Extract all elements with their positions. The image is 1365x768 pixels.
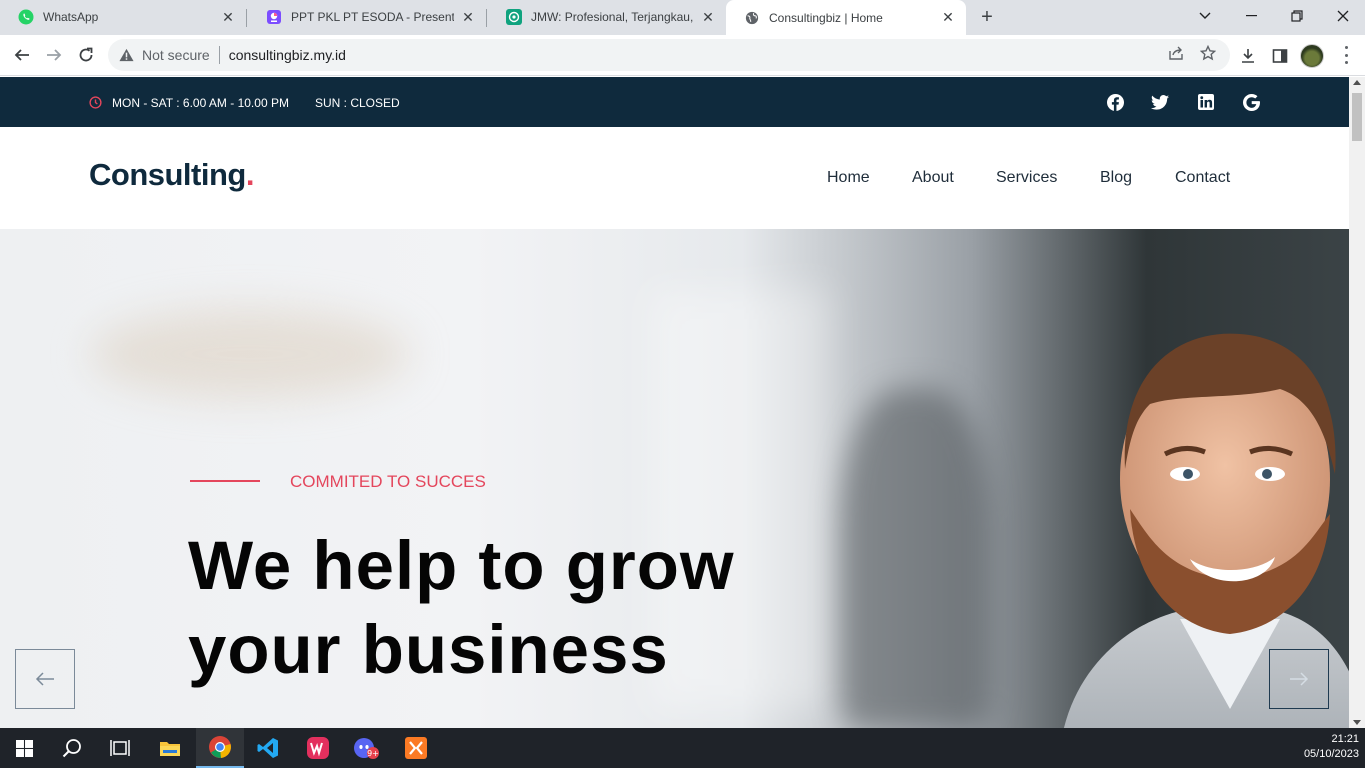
tab-ppt[interactable]: PPT PKL PT ESODA - Presentasi ✕ bbox=[248, 0, 486, 34]
tab-title: JMW: Profesional, Terjangkau, SE bbox=[531, 10, 694, 24]
scroll-down-icon[interactable] bbox=[1353, 720, 1361, 725]
chrome-icon[interactable] bbox=[196, 728, 244, 768]
site-logo[interactable]: Consulting. bbox=[89, 157, 254, 193]
hero-eyebrow: COMMITED TO SUCCES bbox=[290, 472, 486, 491]
hero-slider: COMMITED TO SUCCES We help to grow your … bbox=[0, 229, 1349, 728]
closed-day: SUN : CLOSED bbox=[315, 96, 400, 110]
nav-home[interactable]: Home bbox=[827, 169, 870, 187]
url-text[interactable]: consultingbiz.my.id bbox=[229, 47, 346, 63]
file-explorer-icon[interactable] bbox=[146, 728, 194, 768]
minimize-icon[interactable] bbox=[1228, 0, 1274, 32]
tab-title: WhatsApp bbox=[43, 10, 99, 24]
tab-title: PPT PKL PT ESODA - Presentasi bbox=[291, 10, 454, 24]
hero-headline-line: We help to grow bbox=[188, 527, 735, 604]
hero-headline-line: your business bbox=[188, 611, 669, 688]
tab-consultingbiz[interactable]: Consultingbiz | Home ✕ bbox=[726, 0, 966, 35]
clock-date: 05/10/2023 bbox=[1303, 748, 1359, 760]
scrollbar-thumb[interactable] bbox=[1352, 93, 1362, 141]
close-tab-icon[interactable]: ✕ bbox=[220, 9, 236, 25]
nav-contact[interactable]: Contact bbox=[1175, 169, 1230, 187]
search-icon[interactable] bbox=[48, 728, 96, 768]
close-tab-icon[interactable]: ✕ bbox=[940, 9, 956, 26]
scroll-up-icon[interactable] bbox=[1353, 80, 1361, 85]
arrow-left-icon bbox=[35, 672, 54, 686]
prev-slide-button[interactable] bbox=[15, 649, 75, 709]
arrow-right-icon bbox=[1290, 672, 1309, 686]
top-info-bar: MON - SAT : 6.00 AM - 10.00 PM SUN : CLO… bbox=[0, 77, 1349, 127]
google-icon[interactable] bbox=[1242, 93, 1260, 111]
site-header: Consulting. Home About Services Blog Con… bbox=[0, 127, 1349, 229]
linkedin-icon[interactable] bbox=[1197, 93, 1215, 111]
close-tab-icon[interactable]: ✕ bbox=[700, 9, 716, 25]
back-icon[interactable] bbox=[8, 41, 36, 69]
page-viewport: MON - SAT : 6.00 AM - 10.00 PM SUN : CLO… bbox=[0, 77, 1349, 728]
restore-icon[interactable] bbox=[1274, 0, 1320, 32]
logo-text: Consulting bbox=[89, 157, 246, 192]
omnibox-divider bbox=[218, 46, 220, 64]
opening-hours: MON - SAT : 6.00 AM - 10.00 PM bbox=[112, 96, 289, 110]
facebook-icon[interactable] bbox=[1106, 93, 1124, 111]
clock-time: 21:21 bbox=[1331, 733, 1359, 745]
menu-kebab-icon[interactable] bbox=[1344, 46, 1348, 64]
address-bar[interactable]: Not secure consultingbiz.my.id bbox=[108, 39, 1230, 71]
svg-text:9+: 9+ bbox=[367, 749, 379, 758]
reload-icon[interactable] bbox=[72, 41, 100, 69]
warning-icon bbox=[118, 47, 134, 63]
openai-icon bbox=[506, 9, 522, 25]
tab-whatsapp[interactable]: WhatsApp ✕ bbox=[0, 0, 246, 34]
tab-search-chevron-icon[interactable] bbox=[1182, 0, 1228, 32]
tab-jmw[interactable]: JMW: Profesional, Terjangkau, SE ✕ bbox=[488, 0, 726, 34]
nav-about[interactable]: About bbox=[912, 169, 954, 187]
hero-headline: We help to grow your business bbox=[188, 524, 888, 692]
discord-icon[interactable]: 9+ bbox=[342, 728, 390, 768]
close-window-icon[interactable] bbox=[1320, 0, 1365, 32]
vscode-icon[interactable] bbox=[244, 728, 292, 768]
windows-start-icon[interactable] bbox=[0, 728, 48, 768]
logo-dot: . bbox=[245, 157, 255, 192]
side-panel-icon[interactable] bbox=[1269, 45, 1291, 67]
download-icon[interactable] bbox=[1237, 45, 1259, 67]
browser-toolbar: Not secure consultingbiz.my.id bbox=[0, 35, 1365, 76]
nav-services[interactable]: Services bbox=[996, 169, 1057, 187]
system-clock[interactable]: 21:21 05/10/2023 bbox=[1304, 732, 1359, 762]
globe-icon bbox=[744, 10, 760, 26]
close-tab-icon[interactable]: ✕ bbox=[460, 9, 476, 25]
next-slide-button[interactable] bbox=[1269, 649, 1329, 709]
profile-avatar[interactable] bbox=[1300, 44, 1324, 68]
xampp-icon[interactable] bbox=[392, 728, 440, 768]
wps-office-icon[interactable] bbox=[294, 728, 342, 768]
slides-icon bbox=[266, 9, 282, 25]
bookmark-star-icon[interactable] bbox=[1198, 43, 1218, 63]
page-scrollbar[interactable] bbox=[1349, 77, 1365, 728]
share-icon[interactable] bbox=[1166, 43, 1186, 63]
nav-blog[interactable]: Blog bbox=[1100, 169, 1132, 187]
new-tab-button[interactable]: + bbox=[977, 7, 997, 27]
eyebrow-line bbox=[190, 480, 260, 482]
task-view-icon[interactable] bbox=[96, 728, 144, 768]
forward-icon[interactable] bbox=[40, 41, 68, 69]
whatsapp-icon bbox=[18, 9, 34, 25]
windows-taskbar: 9+ 21:21 05/10/2023 bbox=[0, 728, 1365, 768]
tab-separator bbox=[486, 9, 487, 27]
tab-separator bbox=[246, 9, 247, 27]
tab-title: Consultingbiz | Home bbox=[769, 10, 883, 25]
twitter-icon[interactable] bbox=[1151, 93, 1169, 111]
hero-background-blur bbox=[90, 309, 410, 399]
browser-tab-strip: WhatsApp ✕ PPT PKL PT ESODA - Presentasi… bbox=[0, 0, 1365, 35]
clock-icon bbox=[89, 96, 102, 109]
security-status[interactable]: Not secure bbox=[142, 47, 210, 63]
